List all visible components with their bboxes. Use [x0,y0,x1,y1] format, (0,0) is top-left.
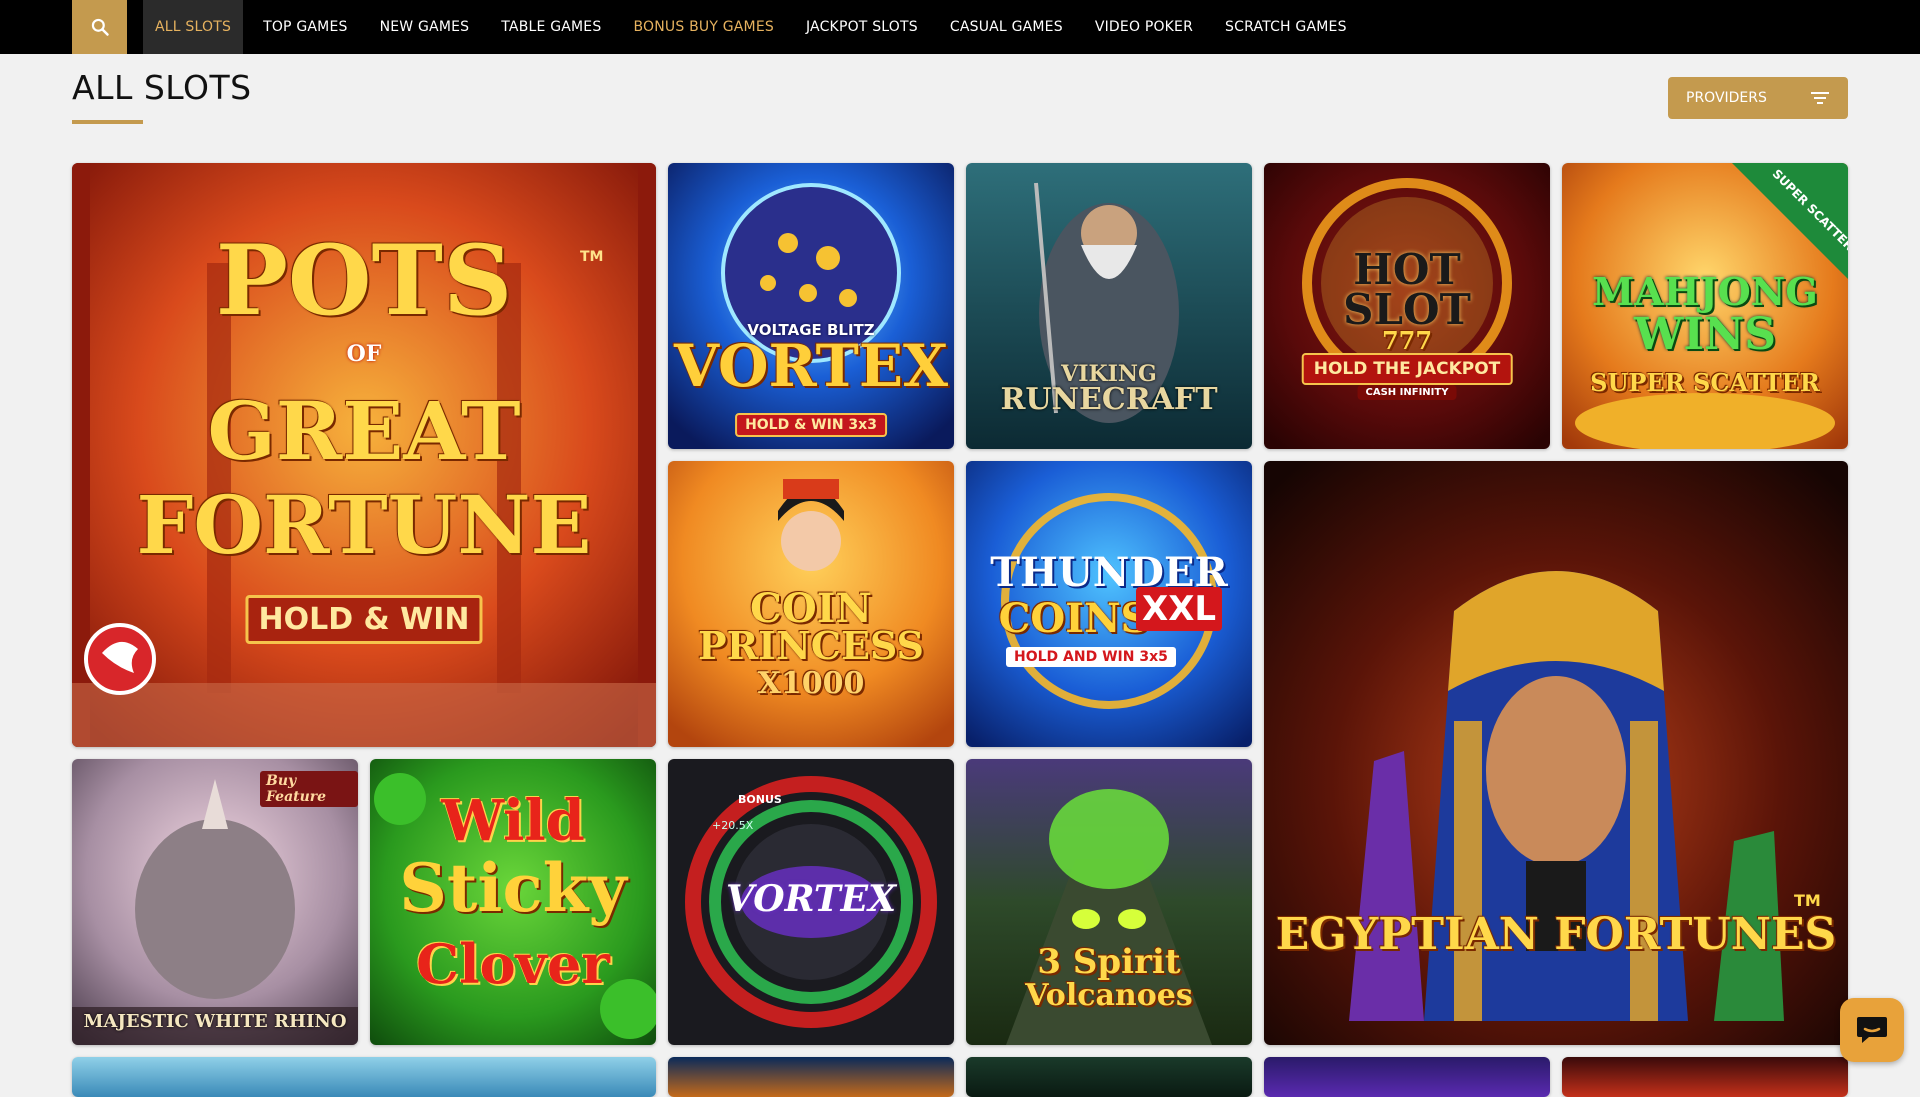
wild-sticky-title-line2: Sticky [399,849,627,927]
game-tile-thunder-coins-xxl[interactable]: THUNDER COINS XXL HOLD AND WIN 3x5 [966,461,1252,747]
game-tile-majestic-white-rhino[interactable]: Buy Feature MAJESTIC WHITE RHINO [72,759,358,1045]
search-button[interactable] [72,0,127,54]
wild-sticky-title-line3: Clover [416,932,610,996]
tab-bonus-buy-games[interactable]: BONUS BUY GAMES [621,0,786,54]
category-tabs: ALL SLOTS TOP GAMES NEW GAMES TABLE GAME… [143,0,1367,54]
spirit-title-line1: 3 Spirit [1037,942,1181,982]
game-tile-wild-sticky-clover[interactable]: Wild Sticky Clover [370,759,656,1045]
mahjong-title-line2: WINS [1634,309,1776,360]
page-title: ALL SLOTS [72,68,252,107]
pots-title-line3: FORTUNE [136,478,592,572]
vortex-blitz-title: VORTEX [673,332,949,400]
chat-icon [1857,1017,1887,1043]
mahjong-title-line1: MAHJONG [1592,269,1818,314]
game-tile-hot-slot[interactable]: HOT SLOT 777 HOLD THE JACKPOT CASH INFIN… [1264,163,1550,449]
tab-video-poker[interactable]: VIDEO POKER [1083,0,1205,54]
game-tile-3-spirit-volcanoes[interactable]: 3 Spirit Volcanoes [966,759,1252,1045]
game-tile-egyptian-fortunes[interactable]: EGYPTIAN FORTUNES TM [1264,461,1848,1045]
game-tile-partial-1[interactable] [72,1057,656,1097]
vortex-title: VORTEX [725,878,897,920]
filter-icon [1811,92,1829,104]
egyptian-title: EGYPTIAN FORTUNES [1275,909,1837,960]
hot-slot-sevens: 777 [1381,326,1433,355]
rhino-title: MAJESTIC WHITE RHINO [83,1011,347,1032]
game-tile-viking-runecraft[interactable]: VIKING RUNECRAFT [966,163,1252,449]
game-tile-partial-5[interactable] [1562,1057,1848,1097]
coin-princess-sub: X1000 [757,666,865,701]
tab-jackpot-slots[interactable]: JACKPOT SLOTS [794,0,930,54]
top-navigation-bar: ALL SLOTS TOP GAMES NEW GAMES TABLE GAME… [0,0,1920,54]
tab-all-slots[interactable]: ALL SLOTS [143,0,244,54]
vortex-blitz-artwork [668,163,954,449]
search-icon [91,18,109,36]
game-tile-partial-3[interactable] [966,1057,1252,1097]
vortex-mult: +20.5X [712,819,754,832]
game-tile-partial-2[interactable] [668,1057,954,1097]
game-tile-coin-princess[interactable]: COIN PRINCESS X1000 [668,461,954,747]
vortex-blitz-banner: HOLD & WIN 3x3 [735,413,887,437]
providers-filter-button[interactable]: PROVIDERS [1668,77,1848,119]
title-underline [72,120,143,124]
game-tile-pots-of-great-fortune[interactable]: POTS OF GREAT FORTUNE HOLD & WIN TM [72,163,656,747]
rhino-buy-feature-badge: Buy Feature [260,771,358,807]
egyptian-trademark: TM [1794,891,1821,910]
game-tile-partial-4[interactable] [1264,1057,1550,1097]
tab-casual-games[interactable]: CASUAL GAMES [938,0,1075,54]
pots-title-of: OF [346,341,382,367]
pots-trademark: TM [580,249,604,265]
game-tile-voltage-blitz-vortex[interactable]: VOLTAGE BLITZ VORTEX HOLD & WIN 3x3 [668,163,954,449]
tab-table-games[interactable]: TABLE GAMES [489,0,613,54]
vortex-bonus: BONUS [738,793,782,806]
pots-title-line2: GREAT [207,384,521,478]
tab-scratch-games[interactable]: SCRATCH GAMES [1213,0,1359,54]
hot-slot-banner: HOLD THE JACKPOT [1301,353,1513,385]
providers-label: PROVIDERS [1686,90,1767,106]
pots-banner: HOLD & WIN [245,595,483,644]
game-tile-vortex[interactable]: BONUS +20.5X VORTEX [668,759,954,1045]
mahjong-sub: SUPER SCATTER [1590,368,1820,397]
viking-title-line2: RUNECRAFT [1000,382,1218,417]
game-tile-mahjong-wins[interactable]: SUPER SCATTER MAHJONG WINS SUPER SCATTER [1562,163,1848,449]
pots-title-line1: POTS [215,224,513,337]
live-chat-button[interactable] [1840,998,1904,1062]
coin-princess-title-line2: PRINCESS [698,623,924,668]
hot-slot-title-line2: SLOT [1343,285,1471,334]
tab-top-games[interactable]: TOP GAMES [251,0,360,54]
wild-sticky-title-line1: Wild [441,788,585,854]
hot-slot-sub: CASH INFINITY [1357,385,1457,400]
tab-new-games[interactable]: NEW GAMES [368,0,482,54]
spirit-title-line2: Volcanoes [1025,978,1193,1013]
thunder-xxl: XXL [1136,587,1223,631]
thunder-sub: HOLD AND WIN 3x5 [1006,647,1176,667]
